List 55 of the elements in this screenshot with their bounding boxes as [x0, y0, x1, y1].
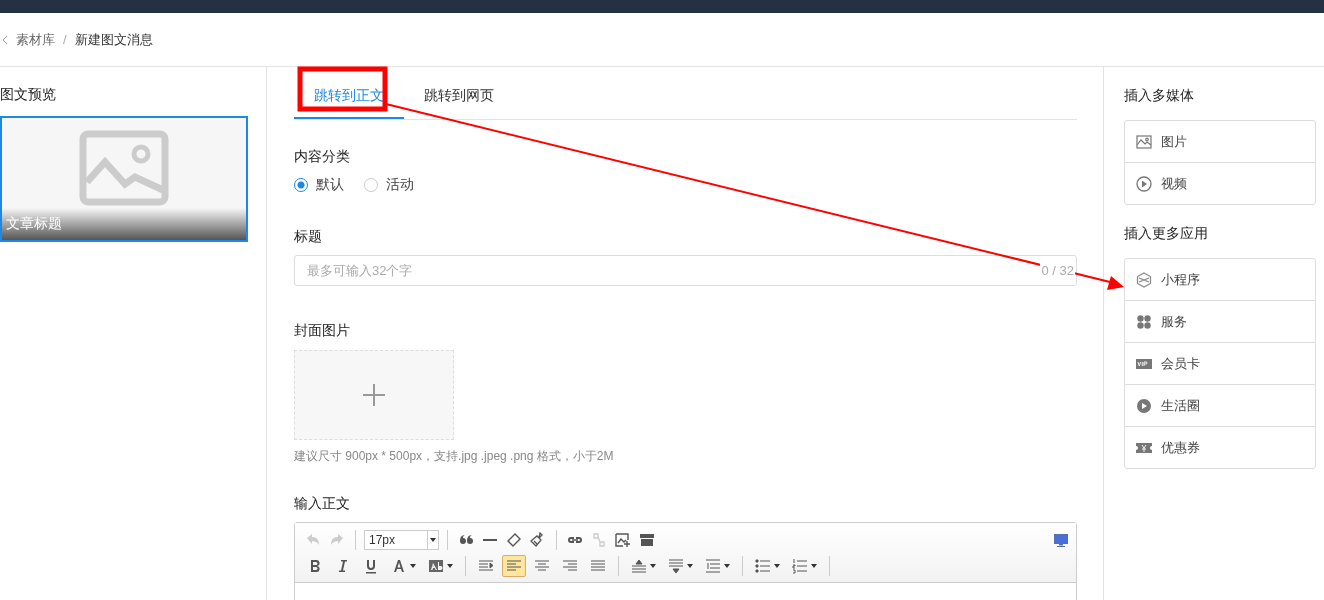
radio-option[interactable]: 默认 — [294, 176, 344, 194]
field-label: 封面图片 — [294, 322, 351, 340]
insert-item[interactable]: 会员卡 — [1125, 342, 1315, 384]
plus-icon — [363, 384, 385, 406]
line-height-icon — [705, 558, 721, 574]
breadcrumb-item[interactable]: 素材库 — [16, 30, 55, 49]
numbered-list-icon — [792, 558, 808, 574]
rich-text-editor[interactable]: 17px — [294, 522, 1077, 600]
insert-item[interactable]: 服务 — [1125, 300, 1315, 342]
image-placeholder-icon — [79, 130, 169, 206]
bullet-list-icon — [755, 558, 771, 574]
field-label: 标题 — [294, 228, 323, 246]
caret-icon — [430, 538, 436, 542]
align-right-icon — [562, 558, 578, 574]
tab[interactable]: 跳转到网页 — [404, 67, 514, 119]
tab[interactable]: 跳转到正文 — [294, 67, 404, 119]
caret-icon — [774, 564, 780, 568]
sidebar-heading: 插入更多应用 — [1124, 225, 1209, 243]
preview-heading: 图文预览 — [0, 86, 57, 104]
indent-icon — [478, 558, 494, 574]
image-icon — [1136, 133, 1152, 150]
caret-icon — [687, 564, 693, 568]
insert-item[interactable]: 小程序 — [1125, 259, 1315, 300]
font-size-select[interactable]: 17px — [364, 530, 439, 550]
field-label: 内容分类 — [294, 148, 351, 166]
video-icon — [1136, 175, 1152, 192]
insert-item[interactable]: 生活圈 — [1125, 384, 1315, 426]
breadcrumb-item: 新建图文消息 — [74, 30, 153, 49]
character-counter: 0 / 32 — [1040, 263, 1075, 278]
insert-item[interactable]: 视频 — [1125, 162, 1315, 204]
eraser-icon[interactable] — [506, 532, 522, 548]
fullscreen-monitor-icon[interactable] — [1054, 533, 1068, 547]
breadcrumb-separator: / — [63, 32, 67, 47]
article-title-caption: 文章标题 — [2, 208, 246, 240]
radio-option[interactable]: 活动 — [364, 176, 414, 194]
caret-icon — [447, 564, 453, 568]
insert-item[interactable]: 优惠券 — [1125, 426, 1315, 468]
spacing-bottom-icon — [668, 558, 684, 574]
sidebar-heading: 插入多媒体 — [1124, 87, 1195, 105]
caret-icon — [724, 564, 730, 568]
insert-item[interactable]: 图片 — [1125, 121, 1315, 162]
radio-button[interactable] — [294, 178, 308, 192]
spacing-top-icon — [631, 558, 647, 574]
caret-icon — [811, 564, 817, 568]
align-center-icon — [534, 558, 550, 574]
align-left-icon — [506, 558, 522, 574]
underline-icon — [363, 558, 379, 574]
caret-icon — [410, 564, 416, 568]
field-label: 输入正文 — [294, 495, 351, 513]
font-color-icon — [391, 558, 407, 574]
highlight-icon — [428, 558, 444, 574]
caret-icon — [650, 564, 656, 568]
cover-hint: 建议尺寸 900px * 500px，支持.jpg .jpeg .png 格式，小于2M — [294, 448, 615, 465]
image-icon[interactable] — [615, 532, 631, 548]
align-justify-icon — [590, 558, 606, 574]
